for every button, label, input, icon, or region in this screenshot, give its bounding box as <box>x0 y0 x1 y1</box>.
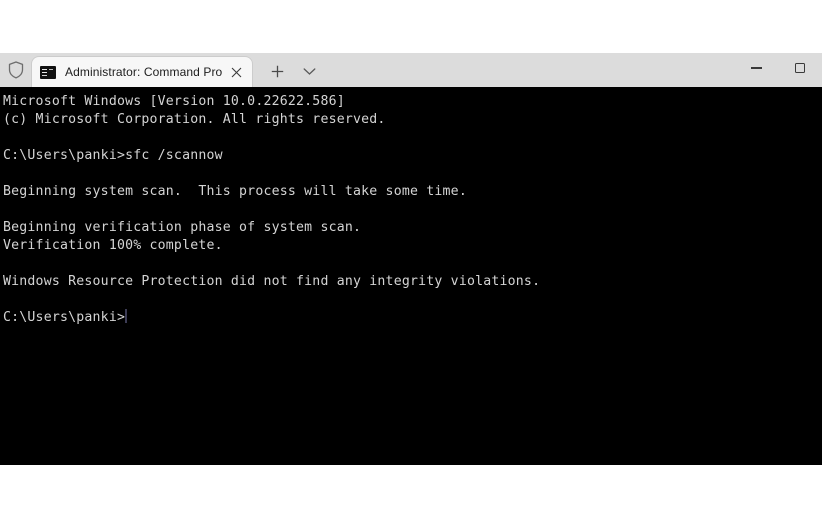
command-prompt-icon <box>40 65 56 79</box>
terminal-line: Beginning system scan. This process will… <box>3 184 467 199</box>
terminal-line: Verification 100% complete. <box>3 238 223 253</box>
minimize-icon <box>750 67 762 69</box>
shield-icon <box>0 53 32 87</box>
terminal-line: Windows Resource Protection did not find… <box>3 274 541 289</box>
maximize-icon <box>795 63 805 73</box>
tab-title: Administrator: Command Pro <box>65 65 223 79</box>
plus-icon <box>271 65 284 77</box>
window-titlebar: Administrator: Command Pro <box>0 53 822 87</box>
terminal-window: Administrator: Command Pro Microsoft Win… <box>0 53 822 465</box>
terminal-line: Beginning verification phase of system s… <box>3 220 362 235</box>
terminal-line: Microsoft Windows [Version 10.0.22622.58… <box>3 94 345 109</box>
tab-menu-button[interactable] <box>296 56 322 86</box>
close-icon[interactable] <box>226 62 246 82</box>
tab-administrator-command-prompt[interactable]: Administrator: Command Pro <box>32 57 253 87</box>
terminal-line: C:\Users\panki>sfc /scannow <box>3 148 223 163</box>
window-controls <box>734 53 822 87</box>
terminal-prompt: C:\Users\panki> <box>3 310 126 325</box>
minimize-button[interactable] <box>734 53 778 83</box>
terminal-line: (c) Microsoft Corporation. All rights re… <box>3 112 386 127</box>
maximize-button[interactable] <box>778 53 822 83</box>
terminal-text: Microsoft Windows [Version 10.0.22622.58… <box>3 93 822 327</box>
terminal-output-area[interactable]: Microsoft Windows [Version 10.0.22622.58… <box>0 87 822 465</box>
terminal-prompt-line: C:\Users\panki> <box>3 309 822 327</box>
page-canvas: Administrator: Command Pro Microsoft Win… <box>0 0 822 522</box>
chevron-down-icon <box>303 67 316 75</box>
text-cursor <box>125 309 128 323</box>
new-tab-button[interactable] <box>264 56 290 86</box>
